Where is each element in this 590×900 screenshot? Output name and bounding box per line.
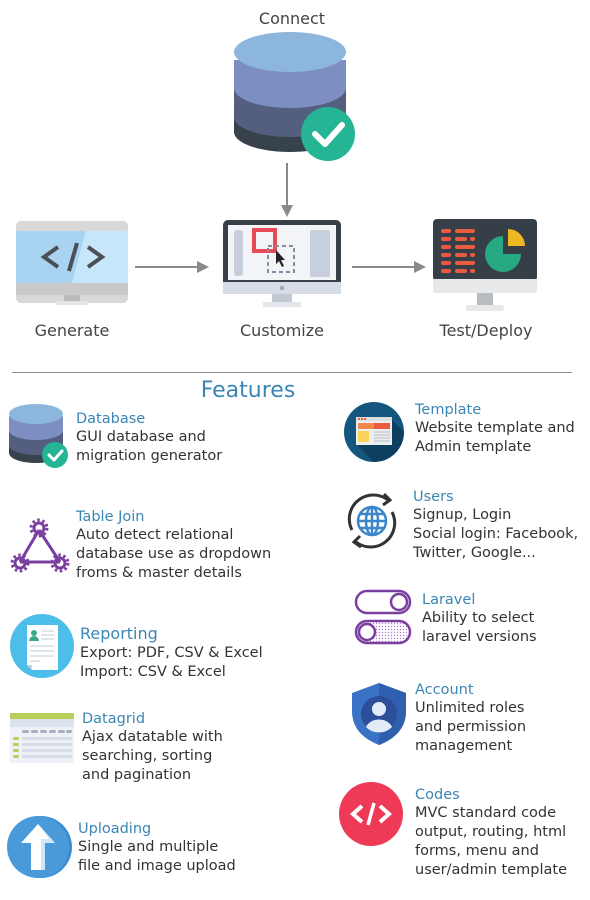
code-brackets-icon [339, 782, 403, 846]
monitor-editor-icon [223, 220, 341, 307]
feature-title: Laravel [422, 592, 476, 608]
feature-codes: Codes MVC standard code output, routing,… [415, 786, 567, 880]
feature-title: Account [415, 682, 474, 698]
feature-database: Database GUI database and migration gene… [76, 410, 222, 466]
feature-laravel: Laravel Ability to select laravel versio… [422, 591, 537, 647]
arrow-connect-to-customize [281, 163, 293, 217]
step-label-customize: Customize [240, 321, 324, 340]
arrow-customize-to-test-deploy [352, 261, 426, 273]
feature-table-join: Table Join Auto detect relational databa… [76, 508, 271, 583]
upload-arrow-icon [7, 816, 72, 878]
globe-sync-icon [347, 492, 397, 549]
feature-description: Signup, Login Social login: Facebook, Tw… [413, 507, 579, 561]
feature-title: Users [413, 489, 454, 505]
step-label-generate: Generate [34, 321, 110, 340]
document-report-icon [10, 614, 74, 678]
feature-title: Codes [415, 787, 460, 803]
feature-description: Single and multiple file and image uploa… [78, 839, 236, 874]
feature-datagrid: Datagrid Ajax datatable with searching, … [82, 710, 223, 785]
feature-users: Users Signup, Login Social login: Facebo… [413, 488, 578, 563]
datagrid-table-icon [10, 713, 74, 763]
feature-description: Website template and Admin template [415, 420, 575, 455]
feature-template: Template Website template and Admin temp… [415, 401, 575, 457]
monitor-dashboard-icon [433, 219, 537, 311]
feature-uploading: Uploading Single and multiple file and i… [78, 820, 236, 876]
step-label-connect: Connect [258, 9, 326, 28]
database-check-icon [234, 32, 355, 161]
feature-account: Account Unlimited roles and permission m… [415, 681, 526, 756]
step-label-test-deploy: Test/Deploy [439, 321, 533, 340]
feature-description: Auto detect relational database use as d… [76, 527, 272, 581]
feature-title: Reporting [80, 624, 158, 643]
database-check-icon [9, 404, 68, 468]
monitor-code-icon [16, 221, 128, 305]
features-title: Features [200, 378, 296, 403]
toggle-switches-icon [354, 589, 412, 645]
feature-title: Table Join [76, 509, 145, 525]
feature-title: Template [415, 402, 482, 418]
section-divider [12, 372, 572, 373]
feature-reporting: Reporting Export: PDF, CSV & Excel Impor… [80, 624, 263, 682]
feature-title: Datagrid [82, 711, 146, 727]
feature-description: Ajax datatable with searching, sorting a… [82, 729, 223, 783]
arrow-generate-to-customize [135, 261, 209, 273]
shield-user-icon [352, 683, 406, 745]
gears-network-icon [10, 518, 70, 573]
feature-description: Ability to select laravel versions [422, 610, 537, 645]
feature-description: MVC standard code output, routing, html … [415, 805, 568, 878]
website-template-icon [344, 402, 404, 462]
feature-description: GUI database and migration generator [76, 429, 223, 464]
feature-description: Unlimited roles and permission managemen… [415, 700, 527, 754]
feature-title: Uploading [78, 821, 152, 837]
feature-title: Database [76, 411, 146, 427]
feature-description: Export: PDF, CSV & Excel Import: CSV & E… [80, 645, 263, 680]
